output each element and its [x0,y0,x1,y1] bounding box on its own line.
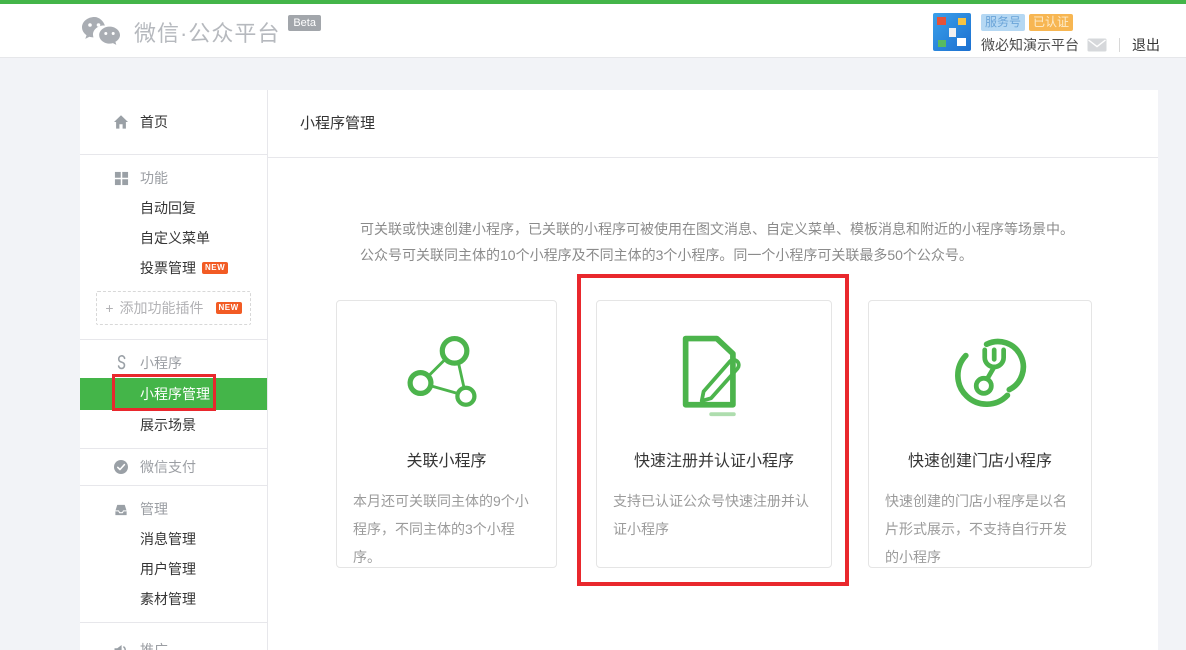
divider [1119,38,1120,52]
sidebar-item-label: 素材管理 [140,589,196,609]
sidebar-item-home[interactable]: 首页 [80,107,267,137]
sidebar-section-pay: 微信支付 [80,449,267,486]
logout-link[interactable]: 退出 [1132,35,1160,55]
sidebar-item-label: 自定义菜单 [140,228,210,248]
card-description: 快速创建的门店小程序是以名片形式展示，不支持自行开发的小程序 [885,487,1075,571]
description-line-1: 可关联或快速创建小程序，已关联的小程序可被使用在图文消息、自定义菜单、模板消息和… [360,216,1118,242]
sidebar-item-label: 小程序管理 [140,384,210,404]
top-header: 微信·公众平台 Beta 服务号 已认证 微必知演示平台 [0,0,1186,58]
sidebar-item-label: 首页 [140,112,168,132]
sidebar-header-label: 小程序 [140,353,182,373]
sidebar-item-wechat-pay[interactable]: 微信支付 [80,452,267,482]
sidebar-item-label: 展示场景 [140,415,196,435]
beta-badge: Beta [288,15,321,31]
network-icon [337,331,556,435]
wechat-pay-icon [112,459,130,475]
sidebar-header-manage: 管理 [80,494,267,524]
sidebar-item-label: 自动回复 [140,198,196,218]
add-plugin-button[interactable]: + 添加功能插件 NEW [96,291,251,325]
sidebar-nav: 首页 功能 自动回复 自定义菜单 投票管理 NEW + 添加功能插件 [80,90,268,650]
new-badge: NEW [216,302,242,314]
sidebar-section-manage: 管理 消息管理 用户管理 素材管理 [80,486,267,623]
sidebar-item-display-scene[interactable]: 展示场景 [80,410,267,440]
store-fork-icon [869,331,1091,435]
new-badge: NEW [202,262,228,274]
sidebar-item-label: 用户管理 [140,559,196,579]
sidebar-header-promote: 推广 [80,635,267,650]
brand-logo: 微信·公众平台 Beta [80,14,321,50]
card-title: 快速创建门店小程序 [869,447,1091,471]
card-create-store-miniprogram[interactable]: 快速创建门店小程序 快速创建的门店小程序是以名片形式展示，不支持自行开发的小程序 [868,300,1092,568]
main-panel: 小程序管理 可关联或快速创建小程序，已关联的小程序可被使用在图文消息、自定义菜单… [268,90,1158,650]
description-line-2: 公众号可关联同主体的10个小程序及不同主体的3个小程序。同一个小程序可关联最多5… [360,242,1118,268]
miniprogram-cards: 关联小程序 本月还可关联同主体的9个小程序，不同主体的3个小程序。 快速注册并认… [336,300,1158,568]
sidebar-item-label: 消息管理 [140,529,196,549]
sidebar-section-function: 功能 自动回复 自定义菜单 投票管理 NEW + 添加功能插件 NEW [80,155,267,340]
account-name-row: 微必知演示平台 退出 [981,35,1160,55]
megaphone-icon [112,643,130,650]
card-title: 快速注册并认证小程序 [597,447,831,471]
sidebar-item-message-mgmt[interactable]: 消息管理 [80,524,267,554]
sidebar-header-label: 推广 [140,640,168,650]
page-description: 可关联或快速创建小程序，已关联的小程序可被使用在图文消息、自定义菜单、模板消息和… [360,216,1118,268]
account-type-badge: 服务号 [981,14,1025,31]
sidebar-section-miniprogram: 小程序 小程序管理 展示场景 [80,340,267,449]
home-icon [112,114,130,130]
mail-icon[interactable] [1087,37,1107,53]
card-title: 关联小程序 [337,447,556,471]
verified-badge: 已认证 [1029,14,1073,31]
card-link-miniprogram[interactable]: 关联小程序 本月还可关联同主体的9个小程序，不同主体的3个小程序。 [336,300,557,568]
sidebar-section-home: 首页 [80,90,267,155]
sidebar-item-vote-mgmt[interactable]: 投票管理 NEW [80,253,267,283]
sidebar-item-material-mgmt[interactable]: 素材管理 [80,584,267,614]
plus-icon: + [105,300,113,316]
page-title: 小程序管理 [268,90,1158,158]
sidebar-item-label: 投票管理 [140,258,196,278]
add-plugin-label: 添加功能插件 [120,298,204,318]
account-badges: 服务号 已认证 [981,14,1160,31]
sidebar-header-label: 管理 [140,499,168,519]
account-avatar [933,13,971,51]
sidebar-item-auto-reply[interactable]: 自动回复 [80,193,267,223]
miniprogram-icon [112,355,130,371]
sidebar-section-promote: 推广 广告主 [80,623,267,650]
sidebar-item-user-mgmt[interactable]: 用户管理 [80,554,267,584]
document-pen-icon [597,331,831,435]
sidebar-header-label: 功能 [140,168,168,188]
grid-icon [112,171,130,186]
app-title: 微信·公众平台 [134,16,280,48]
sidebar-item-custom-menu[interactable]: 自定义菜单 [80,223,267,253]
card-description: 本月还可关联同主体的9个小程序，不同主体的3个小程序。 [353,487,540,571]
wechat-mp-admin-page: 微信·公众平台 Beta 服务号 已认证 微必知演示平台 [0,0,1186,650]
account-name: 微必知演示平台 [981,35,1079,55]
sidebar-item-miniprogram-mgmt[interactable]: 小程序管理 [80,378,267,410]
sidebar-header-function: 功能 [80,163,267,193]
wechat-logo-icon [80,14,122,50]
sidebar-item-label: 微信支付 [140,457,196,477]
inbox-icon [112,502,130,517]
card-register-certify-miniprogram[interactable]: 快速注册并认证小程序 支持已认证公众号快速注册并认证小程序 [596,300,832,568]
card-description: 支持已认证公众号快速注册并认证小程序 [613,487,815,543]
account-info: 服务号 已认证 微必知演示平台 退出 [981,13,1160,55]
sidebar-header-miniprogram: 小程序 [80,348,267,378]
account-area: 服务号 已认证 微必知演示平台 退出 [933,13,1160,55]
